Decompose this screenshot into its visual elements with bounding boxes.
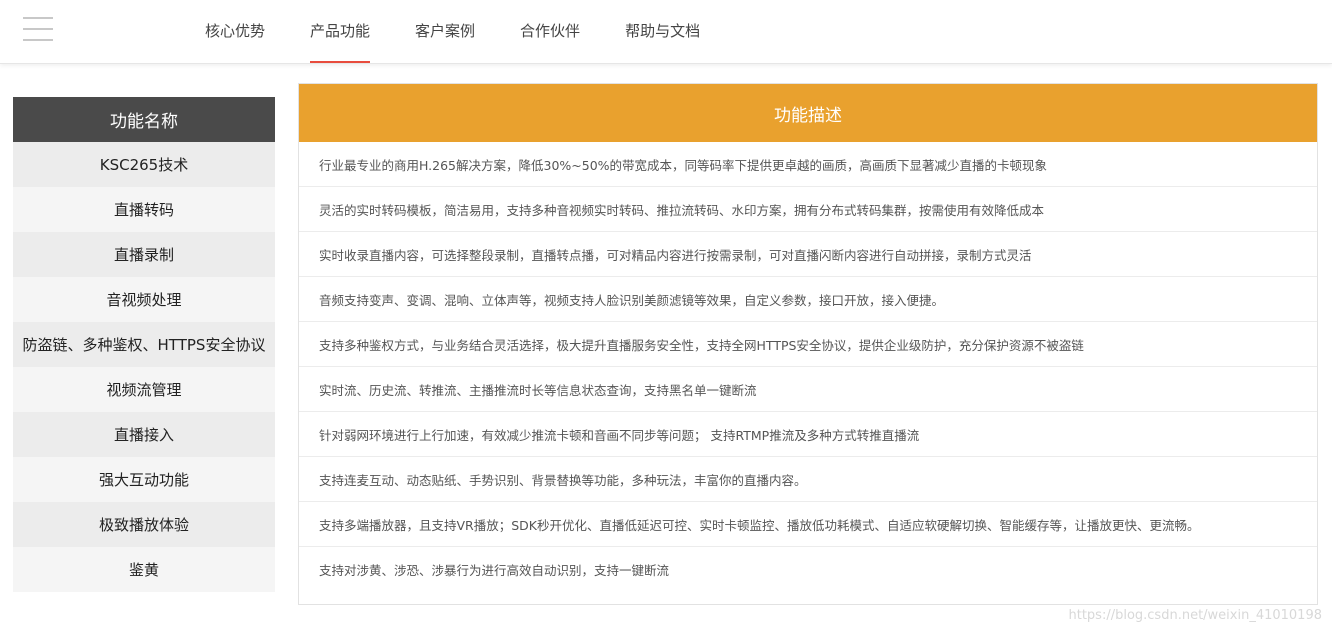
feature-name-cell: 直播录制 — [13, 232, 275, 277]
feature-name-column: 功能名称 KSC265技术 直播转码 直播录制 音视频处理 防盗链、多种鉴权、H… — [13, 97, 275, 592]
feature-name-cell: 直播接入 — [13, 412, 275, 457]
feature-description-column: 功能描述 行业最专业的商用H.265解决方案，降低30%~50%的带宽成本，同等… — [298, 83, 1318, 605]
hamburger-menu-icon[interactable] — [23, 17, 53, 41]
feature-name-cell: 防盗链、多种鉴权、HTTPS安全协议 — [13, 322, 275, 367]
feature-description-cell: 音频支持变声、变调、混响、立体声等，视频支持人脸识别美颜滤镜等效果，自定义参数，… — [299, 277, 1317, 322]
feature-name-cell: 音视频处理 — [13, 277, 275, 322]
main-nav: 核心优势 产品功能 客户案例 合作伙伴 帮助与文档 — [205, 0, 745, 64]
feature-name-cell: 直播转码 — [13, 187, 275, 232]
feature-name-cell: 极致播放体验 — [13, 502, 275, 547]
feature-description-cell: 支持连麦互动、动态贴纸、手势识别、背景替换等功能，多种玩法，丰富你的直播内容。 — [299, 457, 1317, 502]
nav-item-partners[interactable]: 合作伙伴 — [520, 0, 580, 64]
feature-description-cell: 针对弱网环境进行上行加速，有效减少推流卡顿和音画不同步等问题； 支持RTMP推流… — [299, 412, 1317, 457]
feature-description-cell: 行业最专业的商用H.265解决方案，降低30%~50%的带宽成本，同等码率下提供… — [299, 142, 1317, 187]
feature-description-cell: 支持对涉黄、涉恐、涉暴行为进行高效自动识别，支持一键断流 — [319, 563, 670, 578]
feature-description-header: 功能描述 — [299, 84, 1317, 142]
feature-description-cell: 实时流、历史流、转推流、主播推流时长等信息状态查询，支持黑名单一键断流 — [299, 367, 1317, 412]
feature-name-cell: 视频流管理 — [13, 367, 275, 412]
top-navigation-bar: 核心优势 产品功能 客户案例 合作伙伴 帮助与文档 — [0, 0, 1332, 64]
feature-name-header: 功能名称 — [13, 97, 275, 142]
feature-description-cell: 支持多端播放器，且支持VR播放；SDK秒开优化、直播低延迟可控、实时卡顿监控、播… — [299, 502, 1317, 547]
nav-item-core-advantages[interactable]: 核心优势 — [205, 0, 265, 64]
feature-description-cell: 实时收录直播内容，可选择整段录制，直播转点播，可对精品内容进行按需录制，可对直播… — [299, 232, 1317, 277]
feature-description-cell: 支持多种鉴权方式，与业务结合灵活选择，极大提升直播服务安全性，支持全网HTTPS… — [299, 322, 1317, 367]
watermark-text: https://blog.csdn.net/weixin_41010198 — [1068, 608, 1322, 623]
feature-name-cell: KSC265技术 — [13, 142, 275, 187]
feature-description-cell: 灵活的实时转码模板，简洁易用，支持多种音视频实时转码、推拉流转码、水印方案，拥有… — [299, 187, 1317, 232]
nav-item-help-docs[interactable]: 帮助与文档 — [625, 0, 700, 64]
nav-item-product-features[interactable]: 产品功能 — [310, 0, 371, 64]
nav-item-customer-cases[interactable]: 客户案例 — [415, 0, 475, 64]
feature-name-cell: 鉴黄 — [13, 547, 275, 592]
feature-name-cell: 强大互动功能 — [13, 457, 275, 502]
